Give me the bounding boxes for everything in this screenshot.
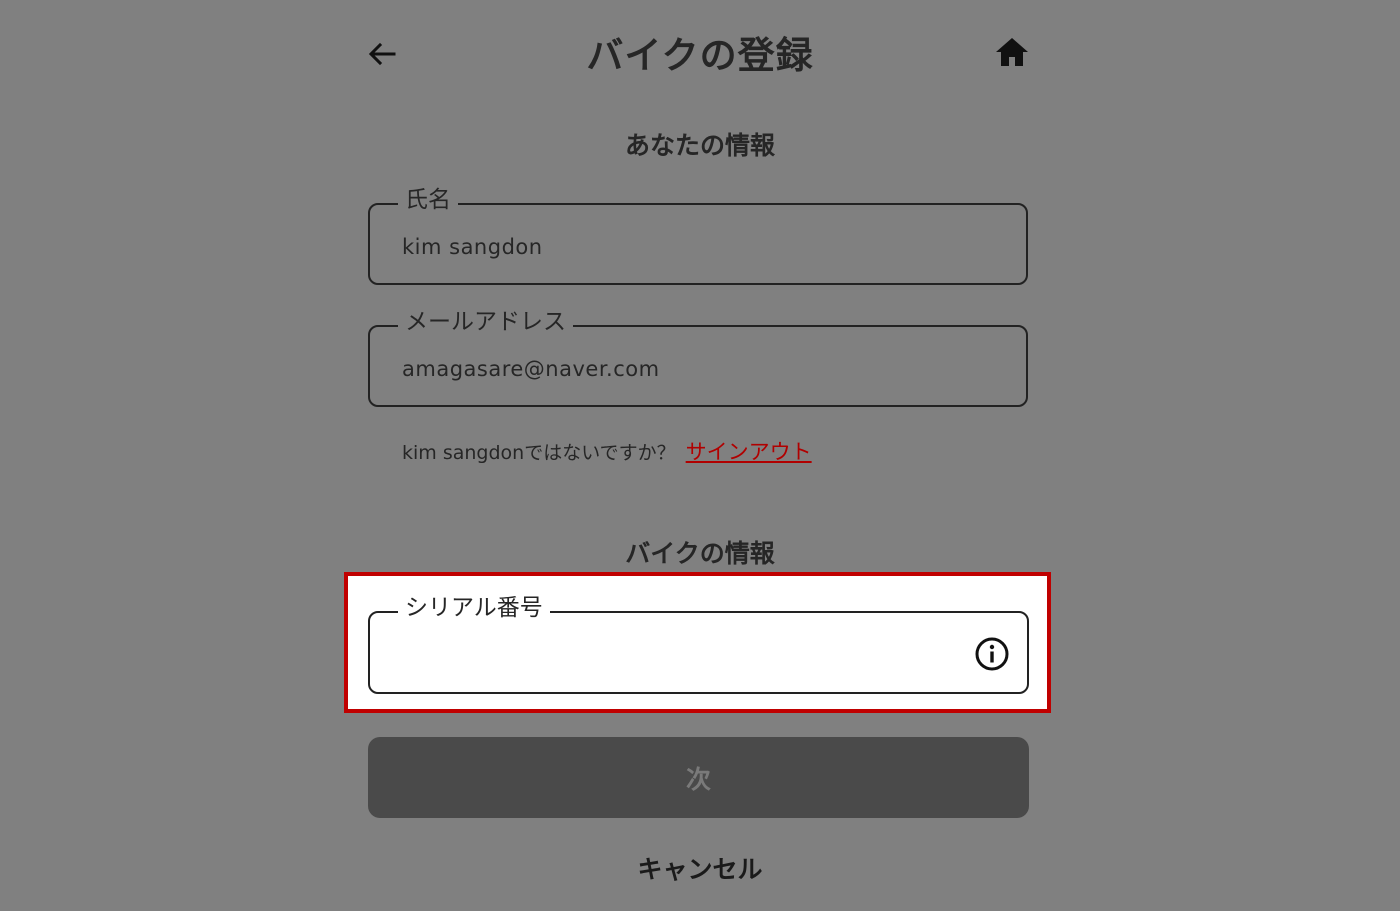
home-icon	[996, 38, 1028, 66]
cancel-button[interactable]: キャンセル	[560, 846, 840, 890]
not-you-prompt: kim sangdonではないですか？ サインアウト	[402, 436, 812, 466]
email-field-label: メールアドレス	[398, 307, 573, 337]
serial-number-label: シリアル番号	[398, 593, 550, 623]
bike-info-heading: バイクの情報	[625, 539, 775, 568]
your-info-heading: あなたの情報	[624, 131, 775, 160]
next-button[interactable]: 次	[368, 737, 1029, 818]
not-you-text: kim sangdonではないですか？	[402, 441, 676, 464]
serial-number-input[interactable]	[400, 635, 964, 673]
name-field-label: 氏名	[398, 185, 458, 215]
arrow-left-icon	[368, 42, 396, 66]
serial-number-field[interactable]: シリアル番号	[368, 593, 1029, 694]
email-field-value: amagasare@naver.com	[402, 357, 660, 381]
serial-info-button[interactable]	[973, 635, 1011, 673]
name-field[interactable]: 氏名 kim sangdon	[368, 185, 1028, 285]
name-field-value: kim sangdon	[402, 235, 543, 259]
home-button[interactable]	[990, 32, 1034, 72]
signout-link[interactable]: サインアウト	[686, 436, 812, 466]
page-title: バイクの登録	[586, 34, 814, 77]
info-icon	[975, 637, 1009, 671]
back-button[interactable]	[362, 34, 402, 74]
email-field[interactable]: メールアドレス amagasare@naver.com	[368, 307, 1028, 407]
